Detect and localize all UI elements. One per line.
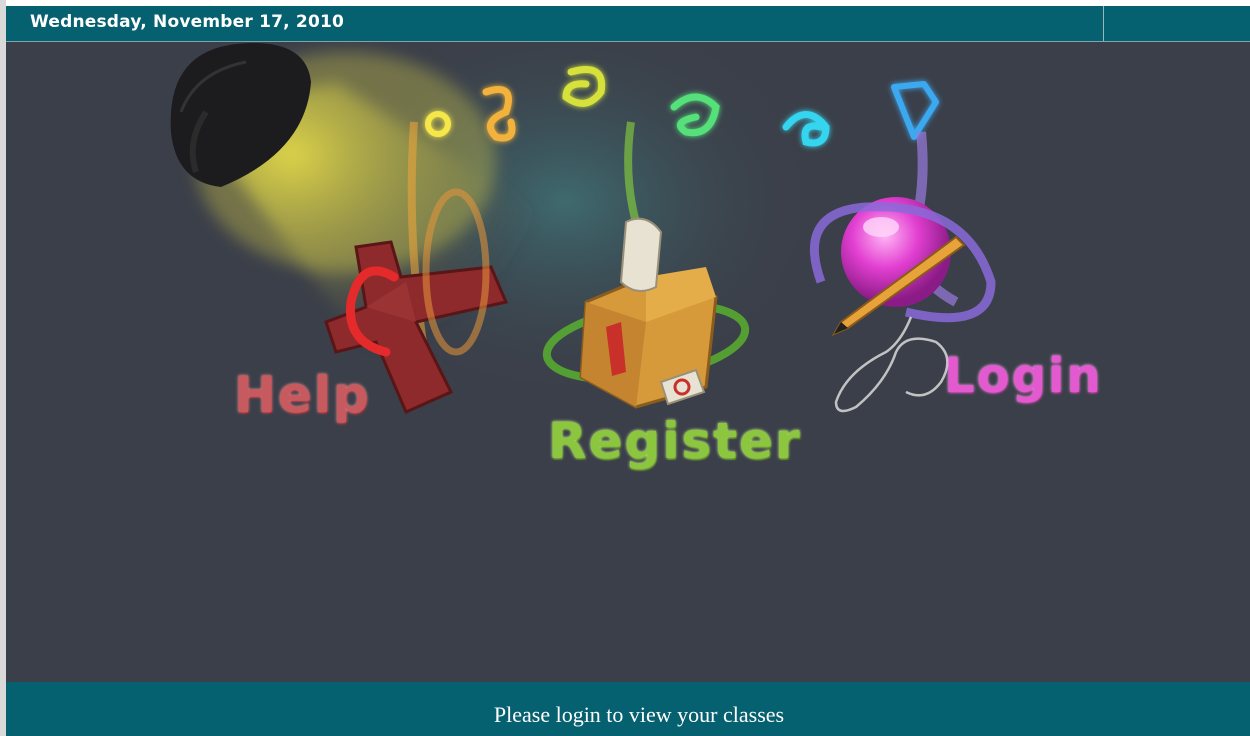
current-date: Wednesday, November 17, 2010 [30,12,345,32]
help-link[interactable]: Help [234,366,371,424]
glyph-diamond-icon [891,81,939,140]
hero-illustration: Help Register Login [6,42,1250,682]
login-link[interactable]: Login [944,348,1103,404]
register-link[interactable]: Register [548,412,802,470]
login-prompt: Please login to view your classes [493,702,785,727]
date-cell: Wednesday, November 17, 2010 [8,6,1104,41]
header-bar: Wednesday, November 17, 2010 [6,6,1250,42]
page-frame: Wednesday, November 17, 2010 Help Regist… [6,6,1250,736]
footer-bar: Please login to view your classes [6,682,1250,736]
